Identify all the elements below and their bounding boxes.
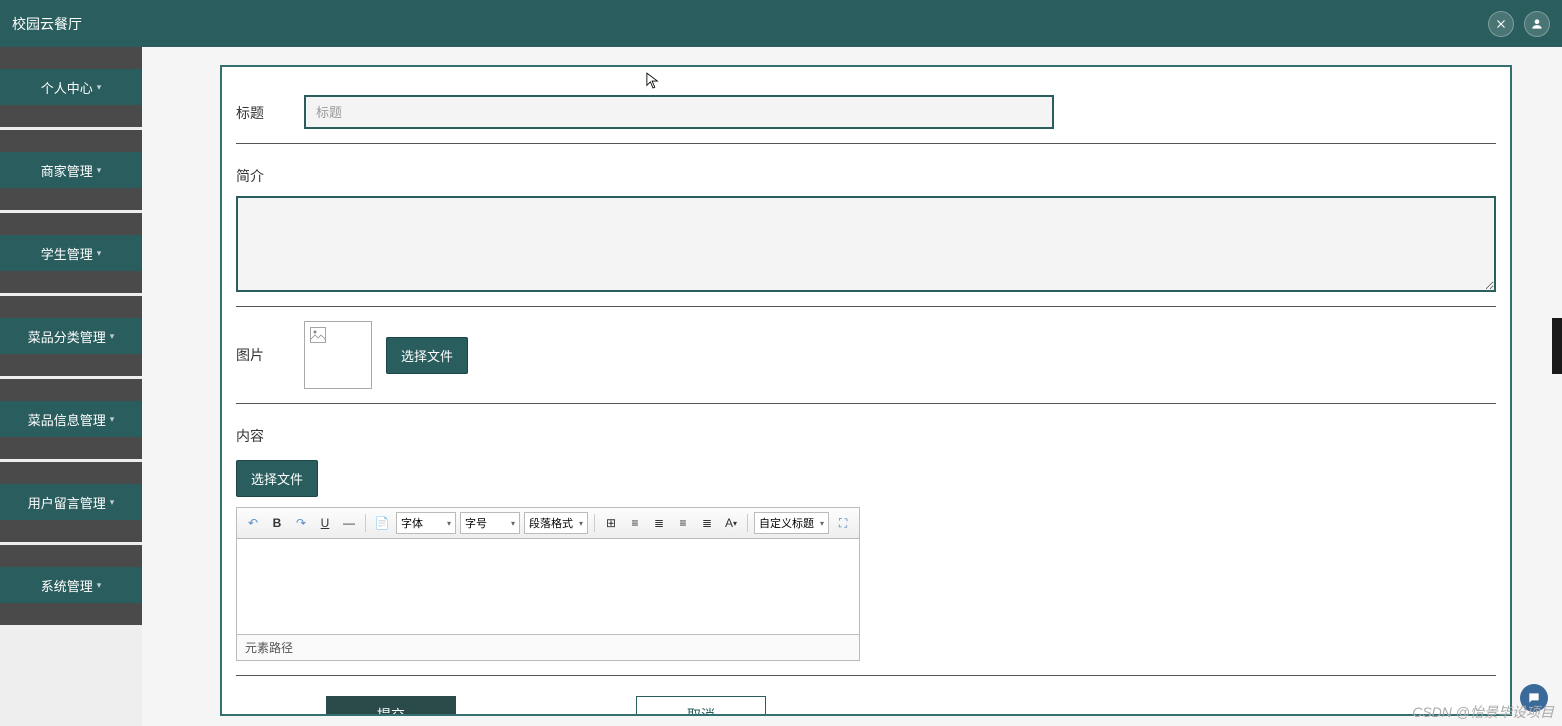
cancel-button[interactable]: 取消: [636, 696, 766, 716]
row-intro: 简介: [236, 144, 1496, 307]
sidebar-item-label: 学生管理: [41, 244, 93, 263]
sidebar-item-label: 菜品分类管理: [28, 327, 106, 346]
chevron-down-icon: ▾: [97, 82, 102, 93]
watermark-text: CSDN @怡景毕设项目: [1412, 702, 1554, 722]
chevron-down-icon: ▾: [110, 331, 115, 342]
redo-icon[interactable]: ↷: [291, 513, 311, 533]
header-actions: [1488, 11, 1550, 37]
form-panel: 标题 简介 图片 选择文件 内容 选择文件 ↶ B ↷ U —: [220, 65, 1512, 716]
label-intro: 简介: [236, 158, 304, 196]
align-right-icon[interactable]: ≡: [673, 513, 693, 533]
sidebar: 个人中心 ▾ 商家管理 ▾ 学生管理 ▾ 菜品分类管理 ▾ 菜品信息管理 ▾ 用户留言管理…: [0, 47, 142, 726]
sidebar-item-label: 商家管理: [41, 161, 93, 180]
editor-element-path: 元素路径: [236, 635, 860, 661]
row-image: 图片 选择文件: [236, 307, 1496, 404]
font-color-icon[interactable]: A▾: [721, 513, 741, 533]
align-center-icon[interactable]: ≣: [649, 513, 669, 533]
separator: [594, 514, 595, 532]
chevron-down-icon: ▾: [110, 497, 115, 508]
app-header: 校园云餐厅: [0, 0, 1562, 47]
right-handle[interactable]: [1552, 318, 1562, 374]
paragraph-select[interactable]: 段落格式▾: [524, 512, 588, 534]
bold-icon[interactable]: B: [267, 513, 287, 533]
chevron-down-icon: ▾: [97, 248, 102, 259]
rich-editor: ↶ B ↷ U — 📄 字体▾ 字号▾ 段落格式▾ ⊞ ≡ ≣ ≡ ≣ A▾ 自…: [236, 507, 860, 661]
font-size-select[interactable]: 字号▾: [460, 512, 520, 534]
chevron-down-icon: ▾: [97, 580, 102, 591]
separator: [365, 514, 366, 532]
title-input[interactable]: [304, 95, 1054, 129]
sidebar-item-merchant[interactable]: 商家管理 ▾: [0, 130, 142, 210]
fullscreen-icon[interactable]: ⛶: [833, 513, 853, 533]
chevron-down-icon: ▾: [97, 165, 102, 176]
row-title: 标题: [236, 81, 1496, 144]
sidebar-item-personal[interactable]: 个人中心 ▾: [0, 47, 142, 127]
table-icon[interactable]: ⊞: [601, 513, 621, 533]
sidebar-item-message[interactable]: 用户留言管理 ▾: [0, 462, 142, 542]
user-icon[interactable]: [1524, 11, 1550, 37]
label-image: 图片: [236, 321, 304, 365]
sidebar-item-label: 菜品信息管理: [28, 410, 106, 429]
label-content: 内容: [236, 418, 304, 460]
select-content-file-button[interactable]: 选择文件: [236, 460, 318, 497]
row-content: 内容 选择文件 ↶ B ↷ U — 📄 字体▾ 字号▾ 段落格式▾ ⊞ ≡ ≣ …: [236, 404, 1496, 676]
separator: [747, 514, 748, 532]
align-left-icon[interactable]: ≡: [625, 513, 645, 533]
align-justify-icon[interactable]: ≣: [697, 513, 717, 533]
sidebar-item-label: 用户留言管理: [28, 493, 106, 512]
select-image-button[interactable]: 选择文件: [386, 337, 468, 374]
editor-toolbar: ↶ B ↷ U — 📄 字体▾ 字号▾ 段落格式▾ ⊞ ≡ ≣ ≡ ≣ A▾ 自…: [236, 507, 860, 539]
sidebar-item-label: 系统管理: [41, 576, 93, 595]
editor-content[interactable]: [236, 539, 860, 635]
sidebar-item-system[interactable]: 系统管理 ▾: [0, 545, 142, 625]
submit-button[interactable]: 提交: [326, 696, 456, 716]
underline-icon[interactable]: U: [315, 513, 335, 533]
intro-textarea[interactable]: [236, 196, 1496, 292]
broken-image-icon: [309, 326, 327, 344]
custom-title-select[interactable]: 自定义标题▾: [754, 512, 829, 534]
sidebar-item-dish-info[interactable]: 菜品信息管理 ▾: [0, 379, 142, 459]
sidebar-item-dish-category[interactable]: 菜品分类管理 ▾: [0, 296, 142, 376]
sidebar-item-student[interactable]: 学生管理 ▾: [0, 213, 142, 293]
sidebar-item-label: 个人中心: [41, 78, 93, 97]
chevron-down-icon: ▾: [110, 414, 115, 425]
image-preview: [304, 321, 372, 389]
app-title: 校园云餐厅: [12, 14, 82, 34]
undo-icon[interactable]: ↶: [243, 513, 263, 533]
font-family-select[interactable]: 字体▾: [396, 512, 456, 534]
close-icon[interactable]: [1488, 11, 1514, 37]
paste-icon[interactable]: 📄: [372, 513, 392, 533]
form-actions: 提交 取消: [236, 676, 1496, 716]
label-title: 标题: [236, 95, 304, 123]
strikethrough-icon[interactable]: —: [339, 513, 359, 533]
